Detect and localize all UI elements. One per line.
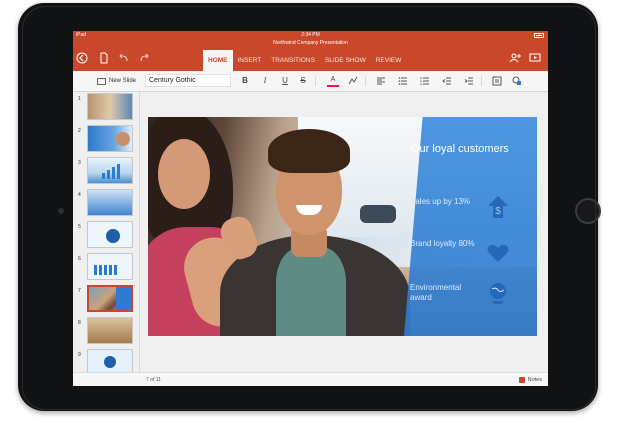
tab-slide-show[interactable]: SLIDE SHOW [320,50,371,71]
add-person-icon[interactable] [509,52,521,64]
bullet-list-icon[interactable] [397,75,409,87]
ribbon-tabs: HOME INSERT TRANSITIONS SLIDE SHOW REVIE… [203,50,406,71]
document-title: Northwind Company Presentation [273,40,348,46]
slide-number: 9 [78,352,81,358]
slide-number: 7 [78,288,81,294]
current-slide[interactable]: Our loyal customers Sales up by 13% $ Br… [148,117,537,336]
numbered-list-icon[interactable] [419,75,431,87]
status-time: 2:34 PM [301,32,320,38]
shapes-icon[interactable] [511,75,523,87]
battery-icon [534,33,544,38]
decrease-indent-icon[interactable] [441,75,453,87]
tab-transitions[interactable]: TRANSITIONS [266,50,320,71]
font-name-box[interactable]: Century Gothic [145,74,231,87]
thumbnail-slide-2[interactable]: 2 [73,124,139,154]
thumbnail-slide-3[interactable]: 3 [73,156,139,186]
heart-icon [486,241,510,265]
notes-button[interactable]: Notes [518,373,542,386]
notes-label: Notes [527,377,542,383]
increase-indent-icon[interactable] [463,75,475,87]
underline-button[interactable]: U [279,75,291,87]
tab-home[interactable]: HOME [203,50,233,71]
document-icon[interactable] [98,52,110,64]
front-camera [58,208,64,214]
new-slide-button[interactable]: New Slide [97,75,136,87]
new-slide-label: New Slide [109,78,137,84]
slide-number: 4 [78,192,81,198]
tab-insert[interactable]: INSERT [233,50,267,71]
slide-item-sales[interactable]: Sales up by 13% [410,197,480,207]
dollar-arrow-icon: $ [486,195,510,219]
italic-button[interactable]: I [259,75,271,87]
bottom-status-bar: 7 of 11 Notes [73,372,548,386]
ribbon-divider [315,76,316,86]
slide-item-brand-loyalty[interactable]: Brand loyalty 80% [410,239,480,249]
slide-number: 8 [78,320,81,326]
arrange-icon[interactable] [491,75,503,87]
slide-editing-canvas: Our loyal customers Sales up by 13% $ Br… [140,92,548,372]
home-ribbon: New Slide Century Gothic B I U S A [73,71,548,92]
globe-award-icon [486,281,510,305]
slide-thumbnail-panel[interactable]: 1 2 3 4 5 6 7 8 9 [73,92,140,372]
bold-button[interactable]: B [239,75,251,87]
slide-title[interactable]: Our loyal customers [411,143,526,156]
slide-number: 6 [78,256,81,262]
thumbnail-slide-5[interactable]: 5 [73,220,139,250]
thumbnail-slide-4[interactable]: 4 [73,188,139,218]
thumbnail-slide-6[interactable]: 6 [73,252,139,282]
undo-icon[interactable] [118,52,130,64]
ios-status-bar: iPad 2:34 PM [73,31,548,40]
slide-number: 1 [78,96,81,102]
home-button[interactable] [575,198,601,224]
back-arrow-icon[interactable] [76,52,88,64]
strikethrough-button[interactable]: S [297,75,309,87]
font-color-button[interactable]: A [327,75,339,87]
app-title-bar: Northwind Company Presentation HOME INSE… [73,40,548,71]
thumbnail-slide-8[interactable]: 8 [73,316,139,346]
slide-number: 3 [78,160,81,166]
slide-number: 2 [78,128,81,134]
powerpoint-app-screen: iPad 2:34 PM Northwind Company Presentat… [73,31,548,386]
ribbon-divider [365,76,366,86]
highlight-icon[interactable] [347,75,359,87]
new-slide-icon [97,77,106,85]
slide-item-environmental-award[interactable]: Environmental award [410,283,480,303]
slide-count: 7 of 11 [146,377,161,383]
thumbnail-slide-9[interactable]: 9 [73,348,139,372]
present-icon[interactable] [529,52,541,64]
svg-text:$: $ [495,206,501,217]
thumbnail-slide-1[interactable]: 1 [73,92,139,122]
tab-review[interactable]: REVIEW [371,50,407,71]
ribbon-divider [481,76,482,86]
notes-icon [518,377,525,383]
align-left-icon[interactable] [375,75,387,87]
redo-icon[interactable] [138,52,150,64]
slide-number: 5 [78,224,81,230]
thumbnail-slide-7[interactable]: 7 [73,284,139,314]
